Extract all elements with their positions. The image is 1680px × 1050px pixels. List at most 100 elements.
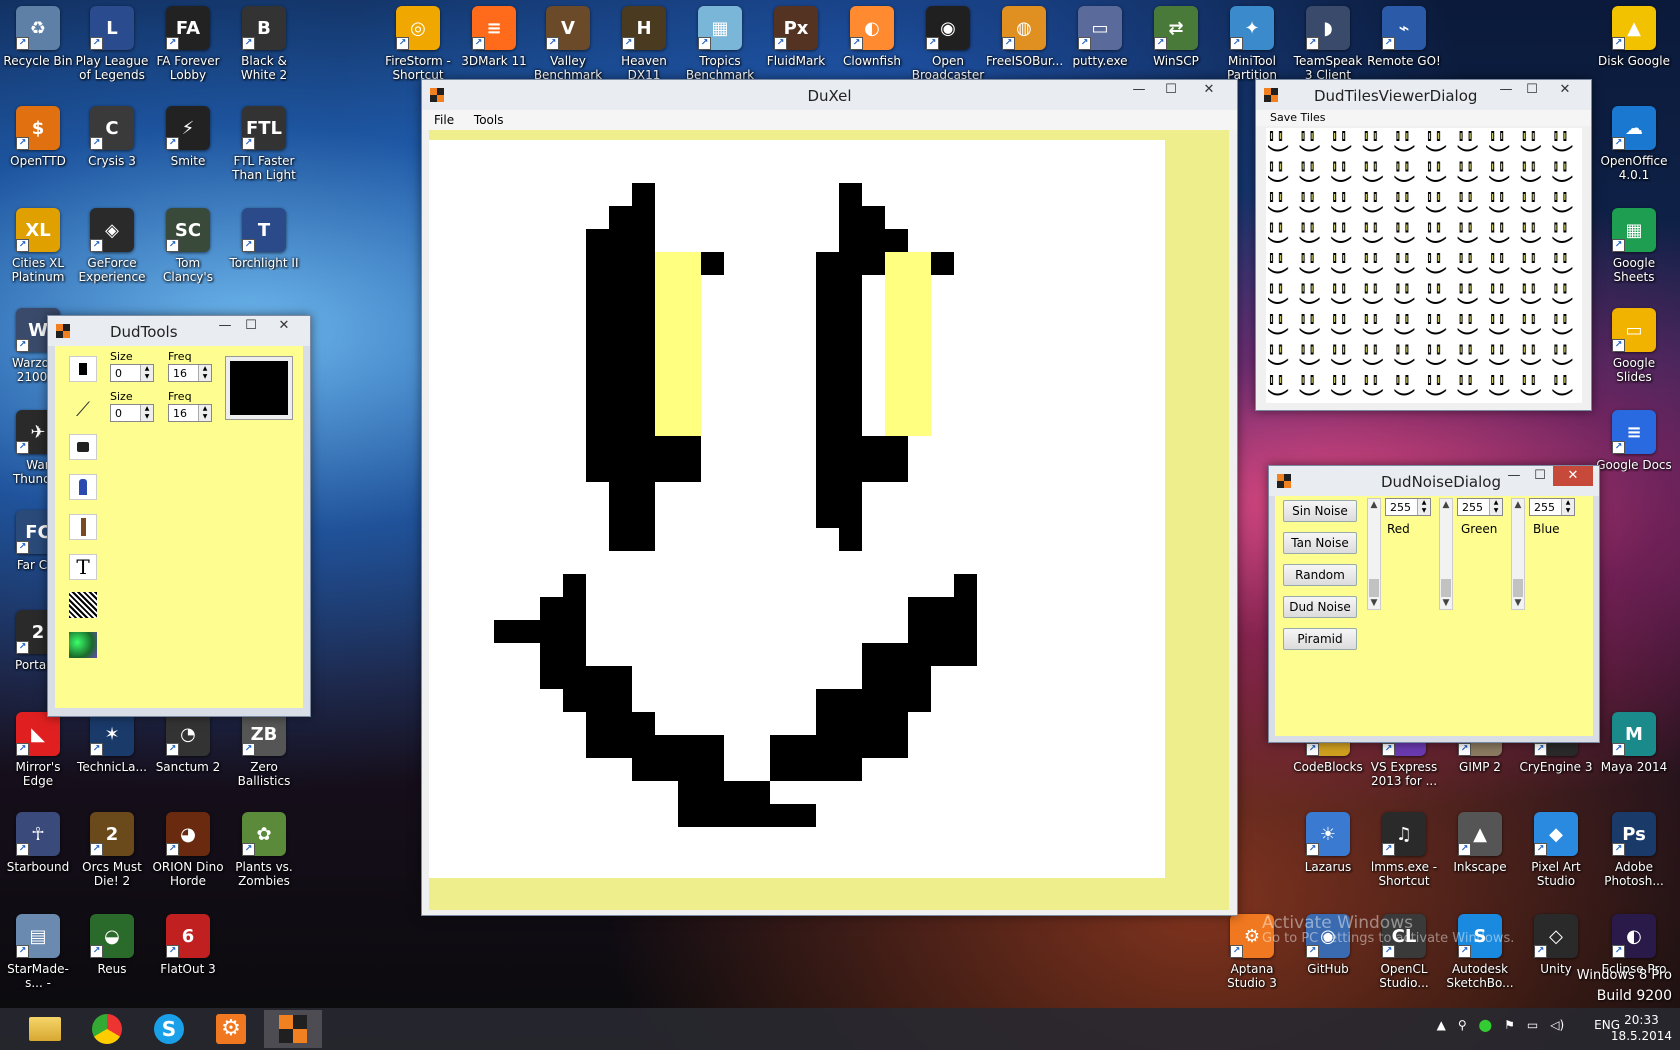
maximize-icon[interactable]: ☐	[1519, 80, 1545, 100]
desktop-icon[interactable]: ◐ ↗ Eclipse Pro	[1596, 914, 1672, 976]
spin-icon[interactable]: ▲ ▼	[1561, 499, 1574, 515]
scroll-thumb[interactable]	[1369, 579, 1379, 597]
scroll-up-icon[interactable]: ▲	[1368, 499, 1380, 511]
desktop-icon[interactable]: ≡ ↗ Google Docs	[1596, 410, 1672, 472]
spin-icon[interactable]: ▲ ▼	[140, 365, 153, 381]
menu-file[interactable]: File	[434, 113, 454, 127]
flag-icon[interactable]: ⚑	[1504, 1018, 1515, 1032]
tray-up-arrow-icon[interactable]: ▲	[1437, 1018, 1446, 1032]
desktop-icon[interactable]: ⌁ ↗ Remote GO!	[1366, 6, 1442, 68]
shield-icon[interactable]: ⬤	[1479, 1018, 1492, 1032]
minimize-icon[interactable]: —	[1123, 80, 1155, 100]
blue-input[interactable]: 255 ▲ ▼	[1529, 498, 1575, 516]
brush-tool[interactable]: ⟋	[69, 396, 97, 422]
scroll-thumb[interactable]	[1441, 579, 1451, 597]
dud-noise-button[interactable]: Dud Noise	[1283, 596, 1357, 618]
desktop-icon[interactable]: ◣ ↗ Mirror's Edge	[0, 712, 76, 788]
pencil-tool[interactable]	[69, 514, 97, 540]
desktop-icon[interactable]: ✦↗ MiniTool Partition Wizard	[1214, 6, 1290, 82]
red-input[interactable]: 255 ▲ ▼	[1385, 498, 1431, 516]
close-icon[interactable]: ✕	[1545, 80, 1585, 100]
texture-tool[interactable]	[69, 632, 97, 658]
freq-input-2[interactable]: 16 ▲ ▼	[168, 404, 212, 422]
desktop-icon[interactable]: ◐ ↗ Clownfish	[834, 6, 910, 68]
noise-titlebar[interactable]: DudNoiseDialog — ☐ ✕	[1269, 466, 1599, 496]
desktop-icon[interactable]: ◍ ↗ FreeISOBur...	[986, 6, 1062, 68]
blue-scrollbar[interactable]: ▲ ▼	[1511, 498, 1525, 610]
desktop-icon[interactable]: 6 ↗ FlatOut 3	[150, 914, 226, 976]
noise-tool[interactable]	[69, 592, 97, 618]
desktop-icon[interactable]: ▤↗ StarMade-s... - Shortcut	[0, 914, 76, 990]
minimize-icon[interactable]: —	[1501, 466, 1527, 486]
desktop-icon[interactable]: M ↗ Maya 2014	[1596, 712, 1672, 774]
taskbar-duxel[interactable]	[264, 1010, 322, 1048]
tiles-titlebar[interactable]: DudTilesViewerDialog — ☐ ✕	[1256, 80, 1591, 110]
desktop-icon[interactable]: ⇄ ↗ WinSCP	[1138, 6, 1214, 68]
desktop-icon[interactable]: SC↗ Tom Clancy's Splinter Cell...	[150, 208, 226, 284]
desktop-icon[interactable]: ◔ ↗ Sanctum 2	[150, 712, 226, 774]
tan-noise-button[interactable]: Tan Noise	[1283, 532, 1357, 554]
maximize-icon[interactable]: ☐	[1527, 466, 1553, 486]
desktop-icon[interactable]: ◇ ↗ Unity	[1518, 914, 1594, 976]
close-icon[interactable]: ✕	[264, 316, 304, 336]
scroll-up-icon[interactable]: ▲	[1512, 499, 1524, 511]
desktop-icon[interactable]: ✶ ↗ TechnicLa...	[74, 712, 150, 774]
desktop-icon[interactable]: ♻ ↗ Recycle Bin	[0, 6, 76, 68]
network-icon[interactable]: ⚲	[1458, 1018, 1467, 1032]
desktop-icon[interactable]: ▦ ↗ Google Sheets	[1596, 208, 1672, 284]
desktop-icon[interactable]: ☀ ↗ Lazarus	[1290, 812, 1366, 874]
maximize-icon[interactable]: ☐	[1155, 80, 1187, 100]
desktop-icon[interactable]: ≡ ↗ 3DMark 11	[456, 6, 532, 68]
spin-icon[interactable]: ▲ ▼	[198, 405, 211, 421]
duxel-titlebar[interactable]: DuXel — ☐ ✕	[422, 80, 1237, 110]
scroll-down-icon[interactable]: ▼	[1512, 597, 1524, 609]
scroll-up-icon[interactable]: ▲	[1440, 499, 1452, 511]
pixel-canvas[interactable]	[429, 140, 1165, 878]
desktop-icon[interactable]: ♫ ↗ lmms.exe - Shortcut	[1366, 812, 1442, 888]
desktop-icon[interactable]: ▲ ↗ Disk Google	[1596, 6, 1672, 68]
scroll-thumb[interactable]	[1513, 579, 1523, 597]
taskbar-aptana[interactable]: ⚙	[202, 1010, 260, 1048]
random-button[interactable]: Random	[1283, 564, 1357, 586]
freq-input-1[interactable]: 16 ▲ ▼	[168, 364, 212, 382]
desktop-icon[interactable]: L ↗ Play League of Legends	[74, 6, 150, 82]
eraser-tool[interactable]	[69, 434, 97, 460]
color-swatch[interactable]	[225, 356, 293, 420]
spin-icon[interactable]: ▲ ▼	[1489, 499, 1502, 515]
minimize-icon[interactable]: —	[212, 316, 238, 336]
desktop-icon[interactable]: ▦ ↗ Tropics Benchmark	[682, 6, 758, 82]
minimize-icon[interactable]: —	[1493, 80, 1519, 100]
desktop-icon[interactable]: ◎ ↗ FireStorm - Shortcut	[380, 6, 456, 82]
desktop-icon[interactable]: ◆ ↗ Pixel Art Studio	[1518, 812, 1594, 888]
desktop-icon[interactable]: Ps ↗ Adobe Photosh...	[1596, 812, 1672, 888]
desktop-icon[interactable]: V ↗ Valley Benchmark	[530, 6, 606, 82]
desktop-icon[interactable]: ◉ ↗ Open Broadcaster	[910, 6, 986, 82]
desktop-icon[interactable]: ☁ ↗ OpenOffice 4.0.1	[1596, 106, 1672, 182]
scroll-down-icon[interactable]: ▼	[1368, 597, 1380, 609]
pen-tool[interactable]	[69, 474, 97, 500]
desktop-icon[interactable]: 2 ↗ Orcs Must Die! 2	[74, 812, 150, 888]
desktop-icon[interactable]: ⚡ ↗ Smite	[150, 106, 226, 168]
volume-icon[interactable]: ◁)	[1550, 1018, 1564, 1032]
desktop-icon[interactable]: ▲ ↗ Inkscape	[1442, 812, 1518, 874]
desktop-icon[interactable]: B ↗ Black & White 2	[226, 6, 302, 82]
desktop-icon[interactable]: ▭ ↗ Google Slides	[1596, 308, 1672, 384]
desktop-icon[interactable]: ☥ ↗ Starbound	[0, 812, 76, 874]
menu-save-tiles[interactable]: Save Tiles	[1270, 111, 1326, 124]
desktop-icon[interactable]: ◒ ↗ Reus	[74, 914, 150, 976]
dudtools-titlebar[interactable]: DudTools — ☐ ✕	[48, 316, 310, 346]
taskbar-skype[interactable]: S	[140, 1010, 198, 1048]
clock[interactable]: 20:33 18.5.2014	[1611, 1012, 1672, 1044]
desktop-icon[interactable]: FTL ↗ FTL Faster Than Light	[226, 106, 302, 182]
close-icon[interactable]: ✕	[1187, 80, 1231, 100]
spin-icon[interactable]: ▲ ▼	[1417, 499, 1430, 515]
desktop-icon[interactable]: ✿ ↗ Plants vs. Zombies	[226, 812, 302, 888]
desktop-icon[interactable]: ZB ↗ Zero Ballistics	[226, 712, 302, 788]
menu-tools[interactable]: Tools	[474, 113, 504, 127]
green-scrollbar[interactable]: ▲ ▼	[1439, 498, 1453, 610]
spin-icon[interactable]: ▲ ▼	[140, 405, 153, 421]
desktop-icon[interactable]: XL ↗ Cities XL Platinum	[0, 208, 76, 284]
taskbar-explorer[interactable]	[16, 1010, 74, 1048]
piramid-button[interactable]: Piramid	[1283, 628, 1357, 650]
desktop-icon[interactable]: ▭ ↗ putty.exe	[1062, 6, 1138, 68]
